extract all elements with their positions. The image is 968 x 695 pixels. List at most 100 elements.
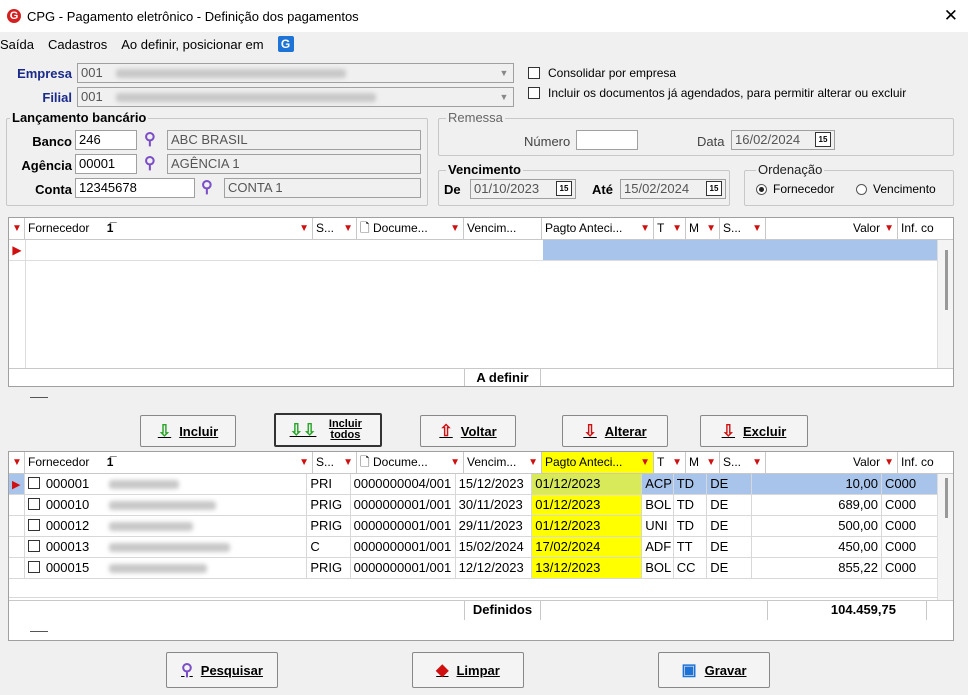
table-row[interactable]: ▶ 000001 PRI 0000000004/001 15/12/2023 01/12/… [9, 474, 938, 495]
excluir-button[interactable]: ⇩ Excluir [700, 415, 808, 447]
cell-inf[interactable]: C000 [881, 558, 938, 578]
search-icon[interactable]: ⚲ [144, 129, 156, 149]
cell-valor[interactable]: 10,00 [752, 474, 882, 494]
cell-valor[interactable]: 855,22 [752, 558, 882, 578]
cell-fornecedor[interactable]: 000015 [24, 558, 308, 578]
cell-documento[interactable]: 0000000001/001 [350, 516, 456, 536]
chevron-down-icon[interactable]: ▼ [496, 65, 512, 81]
pesquisar-button[interactable]: ⚲ Pesquisar [166, 652, 278, 688]
menu-posicionar[interactable]: Ao definir, posicionar em [121, 37, 263, 52]
calendar-icon[interactable]: 15 [706, 181, 722, 196]
cell-valor[interactable]: 450,00 [752, 537, 882, 557]
col-documento[interactable]: 🗋 Docume... ▼ [357, 452, 464, 473]
col-pagto[interactable]: Pagto Anteci... ▼ [542, 452, 654, 473]
cell-vencimento[interactable]: 15/02/2024 [455, 537, 533, 557]
search-icon[interactable]: ⚲ [144, 153, 156, 173]
row-marker[interactable] [9, 495, 25, 515]
filial-select[interactable]: 001 ▼ [77, 87, 514, 107]
col-s[interactable]: S... ▼ [313, 452, 357, 473]
agencia-input[interactable]: 00001 [75, 154, 137, 174]
cell-s[interactable]: PRIG [307, 495, 351, 515]
col-m[interactable]: M ▼ [686, 218, 720, 239]
cell-s2[interactable]: DE [707, 537, 753, 557]
cell-m[interactable]: TT [673, 537, 708, 557]
empresa-select[interactable]: 001 ▼ [77, 63, 514, 83]
banco-input[interactable]: 246 [75, 130, 137, 150]
cell-inf[interactable]: C000 [881, 495, 938, 515]
top-grid-scrollbar[interactable] [937, 240, 953, 370]
cell-inf[interactable]: C000 [881, 474, 938, 494]
table-row[interactable]: 000012 PRIG 0000000001/001 29/11/2023 01/12/… [9, 516, 938, 537]
conta-input[interactable]: 12345678 [75, 178, 195, 198]
row-marker[interactable]: ▶ [9, 474, 25, 494]
row-checkbox[interactable] [27, 498, 40, 510]
col-fornecedor[interactable]: Fornecedor 1̅ ▼ [25, 218, 313, 239]
ordenacao-fornecedor[interactable]: Fornecedor [756, 182, 834, 196]
cell-t[interactable]: ACP [642, 474, 674, 494]
col-vencimento[interactable]: Vencim... [464, 218, 542, 239]
cell-t[interactable]: BOL [642, 558, 674, 578]
cell-pagto[interactable]: 13/12/2023 [532, 558, 643, 578]
row-marker[interactable] [9, 516, 25, 536]
cell-fornecedor[interactable]: 000001 [24, 474, 308, 494]
cell-documento[interactable]: 0000000001/001 [350, 495, 456, 515]
cell-inf[interactable]: C000 [881, 537, 938, 557]
top-grid-handle[interactable] [30, 397, 48, 398]
menu-cadastros[interactable]: Cadastros [48, 37, 107, 52]
cell-valor[interactable]: 689,00 [752, 495, 882, 515]
radio-vencimento[interactable] [856, 183, 867, 195]
menu-saida[interactable]: Saída [0, 37, 34, 52]
table-row[interactable]: 000010 PRIG 0000000001/001 30/11/2023 01/12/… [9, 495, 938, 516]
col-valor[interactable]: Valor ▼ [766, 218, 898, 239]
col-t[interactable]: T ▼ [654, 452, 686, 473]
col-inf[interactable]: Inf. co [898, 218, 953, 239]
calendar-icon[interactable]: 15 [815, 132, 831, 147]
alterar-button[interactable]: ⇩ Alterar [562, 415, 668, 447]
row-checkbox[interactable] [27, 561, 40, 573]
consolidar-checkbox[interactable] [528, 67, 540, 79]
col-inf[interactable]: Inf. co [898, 452, 953, 473]
row-marker[interactable] [9, 558, 25, 578]
incluir-agendados-checkbox[interactable] [528, 87, 540, 99]
col-s[interactable]: S... ▼ [313, 218, 357, 239]
cell-t[interactable]: ADF [642, 537, 674, 557]
cell-pagto[interactable]: 17/02/2024 [532, 537, 643, 557]
cell-pagto[interactable]: 01/12/2023 [532, 495, 643, 515]
g-logo-icon[interactable]: G [277, 36, 294, 52]
consolidar-option[interactable]: Consolidar por empresa [528, 66, 676, 80]
cell-m[interactable]: TD [673, 495, 708, 515]
bottom-grid[interactable]: ▼ Fornecedor 1̅ ▼ S... ▼ 🗋 Docume... ▼ Venc… [8, 451, 954, 641]
incluir-todos-button[interactable]: ⇩⇩ Incluir todos [274, 413, 382, 447]
top-grid[interactable]: ▼ Fornecedor 1̅ ▼ S... ▼ 🗋 Docume... ▼ Venc… [8, 217, 954, 387]
cell-s2[interactable]: DE [707, 495, 753, 515]
bottom-grid-handle[interactable] [30, 631, 48, 632]
row-checkbox[interactable] [27, 477, 40, 489]
chevron-down-icon[interactable]: ▼ [496, 89, 512, 105]
cell-m[interactable]: TD [673, 474, 708, 494]
cell-s[interactable]: PRIG [307, 558, 351, 578]
col-documento[interactable]: 🗋 Docume... ▼ [357, 218, 464, 239]
cell-s[interactable]: PRIG [307, 516, 351, 536]
cell-fornecedor[interactable]: 000012 [24, 516, 308, 536]
ordenacao-vencimento[interactable]: Vencimento [856, 182, 936, 196]
cell-documento[interactable]: 0000000001/001 [350, 537, 456, 557]
cell-vencimento[interactable]: 15/12/2023 [455, 474, 533, 494]
voltar-button[interactable]: ⇧ Voltar [420, 415, 516, 447]
bottom-grid-scrollbar[interactable] [937, 474, 953, 600]
cell-pagto[interactable]: 01/12/2023 [532, 516, 643, 536]
cell-m[interactable]: CC [673, 558, 708, 578]
gravar-button[interactable]: ▣ Gravar [658, 652, 770, 688]
cell-s2[interactable]: DE [707, 516, 753, 536]
col-fornecedor[interactable]: Fornecedor 1̅ ▼ [25, 452, 313, 473]
numero-input[interactable] [576, 130, 638, 150]
table-row[interactable]: 000015 PRIG 0000000001/001 12/12/2023 13/12/… [9, 558, 938, 579]
col-s2[interactable]: S... ▼ [720, 218, 766, 239]
cell-fornecedor[interactable]: 000013 [24, 537, 308, 557]
cell-t[interactable]: UNI [642, 516, 674, 536]
cell-s[interactable]: PRI [307, 474, 351, 494]
cell-inf[interactable]: C000 [881, 516, 938, 536]
row-checkbox[interactable] [27, 519, 40, 531]
cell-s[interactable]: C [307, 537, 351, 557]
cell-documento[interactable]: 0000000004/001 [350, 474, 456, 494]
incluir-agendados-option[interactable]: Incluir os documentos já agendados, para… [528, 86, 906, 100]
